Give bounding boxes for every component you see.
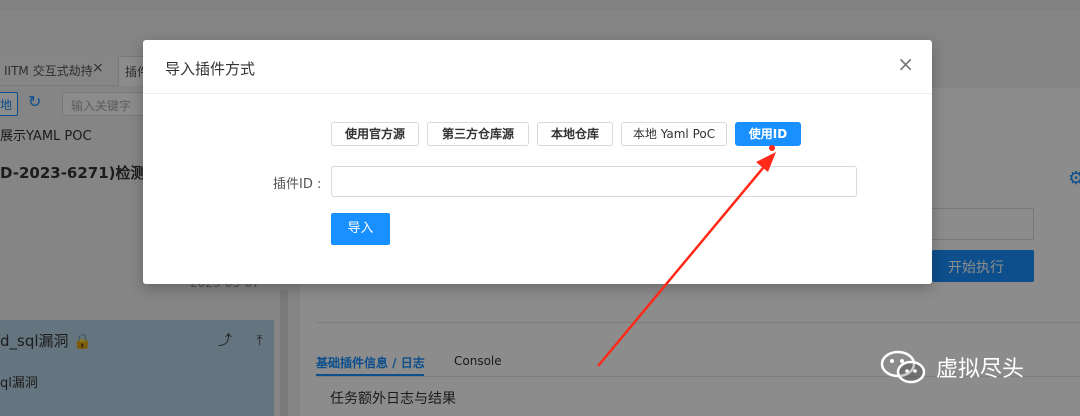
source-official-button[interactable]: 使用官方源: [331, 122, 419, 146]
plugin-id-input[interactable]: [331, 166, 857, 197]
source-third-party-button[interactable]: 第三方仓库源: [427, 122, 529, 146]
plugin-id-label: 插件ID :: [273, 177, 322, 192]
wechat-icon: [880, 350, 926, 384]
source-local-yaml-button[interactable]: 本地 Yaml PoC: [621, 122, 727, 146]
import-button[interactable]: 导入: [331, 213, 390, 245]
watermark-text: 虚拟尽头: [936, 357, 1025, 382]
modal-header: 导入插件方式 ×: [143, 40, 932, 94]
source-use-id-button[interactable]: 使用ID: [735, 122, 801, 146]
import-plugin-modal: 导入插件方式 × 使用官方源 第三方仓库源 本地仓库 本地 Yaml PoC 使…: [143, 40, 932, 284]
source-local-repo-button[interactable]: 本地仓库: [537, 122, 613, 146]
watermark: 虚拟尽头: [880, 350, 1024, 384]
modal-title: 导入插件方式: [165, 60, 256, 78]
close-icon[interactable]: ×: [897, 54, 914, 74]
